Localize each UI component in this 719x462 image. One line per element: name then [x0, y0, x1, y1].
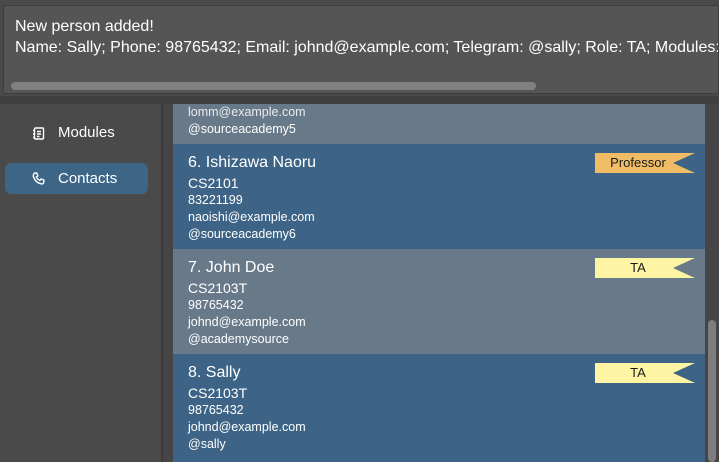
contact-phone: 98765432	[188, 298, 244, 312]
contacts-icon	[31, 171, 47, 187]
sidebar-item-contacts[interactable]: Contacts	[5, 163, 148, 194]
contact-list[interactable]: lomm@example.com @sourceacademy5 6. Ishi…	[163, 104, 719, 462]
result-line-2: Name: Sally; Phone: 98765432; Email: joh…	[15, 39, 719, 56]
contact-card[interactable]: lomm@example.com @sourceacademy5	[173, 104, 705, 144]
contact-card[interactable]: 7. John Doe CS2103T 98765432 johnd@examp…	[173, 249, 705, 354]
result-horizontal-scrollbar[interactable]	[8, 82, 714, 91]
contact-name: 6. Ishizawa Naoru	[188, 154, 317, 171]
contact-email: naoishi@example.com	[188, 210, 315, 224]
contact-card[interactable]: 8. Sally CS2103T 98765432 johnd@example.…	[173, 354, 705, 462]
contact-module: CS2101	[188, 175, 239, 191]
result-message: New person added! Name: Sally; Phone: 98…	[15, 16, 719, 58]
role-badge: TA	[595, 258, 695, 278]
contact-email: lomm@example.com	[188, 105, 306, 119]
contact-email: johnd@example.com	[188, 315, 306, 329]
sidebar: Modules Contacts	[0, 104, 161, 462]
contact-phone: 98765432	[188, 403, 244, 417]
panel-separator	[0, 96, 719, 104]
contact-telegram: @sourceacademy5	[188, 122, 296, 136]
modules-icon	[31, 125, 47, 141]
contact-telegram: @academysource	[188, 332, 289, 346]
role-badge: Professor	[595, 153, 695, 173]
contact-card[interactable]: 6. Ishizawa Naoru CS2101 83221199 naoish…	[173, 144, 705, 249]
sidebar-item-modules[interactable]: Modules	[5, 117, 148, 148]
contact-email: johnd@example.com	[188, 420, 306, 434]
contact-name: 7. John Doe	[188, 259, 275, 276]
sidebar-item-label: Contacts	[58, 170, 118, 187]
contact-phone: 83221199	[188, 193, 243, 207]
contact-telegram: @sourceacademy6	[188, 227, 296, 241]
result-line-1: New person added!	[15, 18, 154, 35]
sidebar-item-label: Modules	[58, 124, 115, 141]
contact-module: CS2103T	[188, 385, 248, 401]
result-scrollbar-thumb[interactable]	[11, 82, 536, 90]
contact-list-scrollbar-thumb[interactable]	[708, 320, 716, 462]
contact-module: CS2103T	[188, 280, 248, 296]
contact-telegram: @sally	[188, 437, 226, 451]
result-display[interactable]: New person added! Name: Sally; Phone: 98…	[3, 5, 719, 94]
role-badge: TA	[595, 363, 695, 383]
contact-name: 8. Sally	[188, 364, 241, 381]
